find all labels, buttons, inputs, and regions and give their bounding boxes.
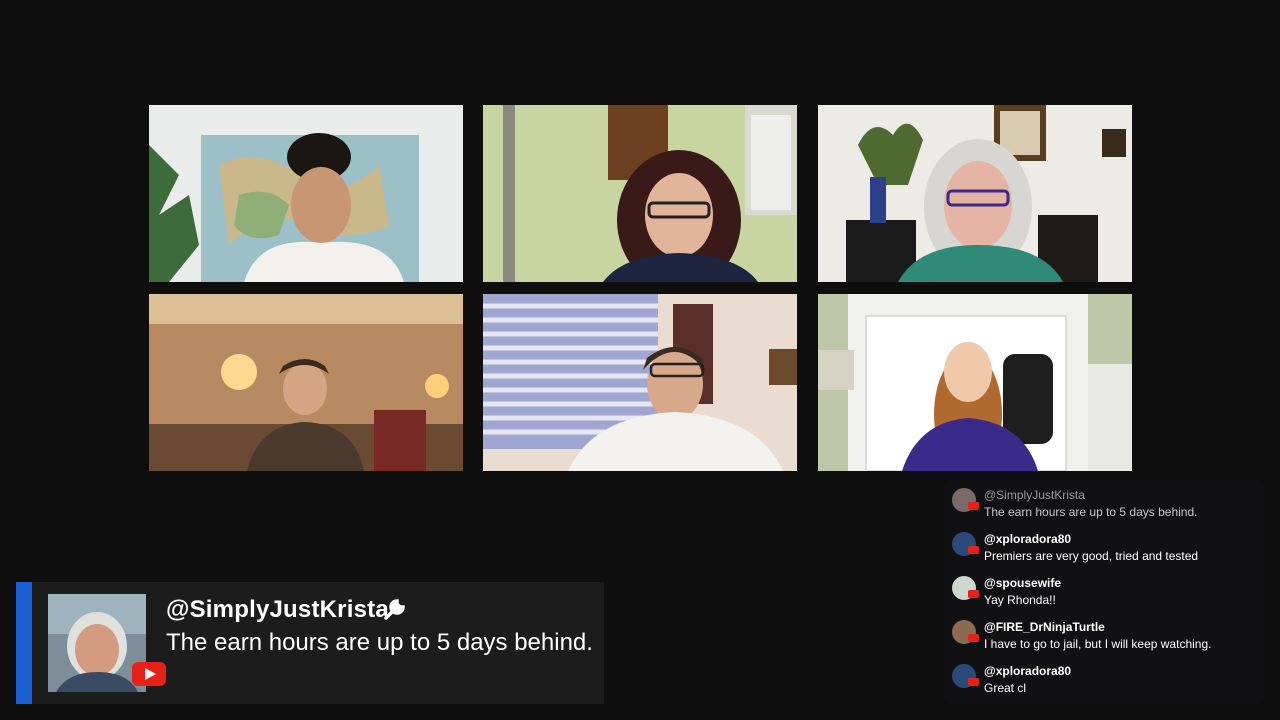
live-chat-panel: @SimplyJustKrista The earn hours are up …: [944, 480, 1264, 704]
youtube-icon: [968, 634, 979, 642]
youtube-icon: [968, 546, 979, 554]
video-tile-6[interactable]: [818, 294, 1132, 471]
chat-author: @SimplyJustKrista: [984, 488, 1085, 502]
video-tile-2[interactable]: [483, 105, 797, 282]
youtube-icon: [968, 678, 979, 686]
chat-author: @spousewife: [984, 576, 1062, 590]
featured-comment-accent-bar: [16, 582, 32, 704]
youtube-icon: [132, 662, 166, 686]
youtube-icon: [968, 590, 979, 598]
video-tile-4[interactable]: [149, 294, 463, 471]
video-tile-3[interactable]: [818, 105, 1132, 282]
youtube-icon: [968, 502, 979, 510]
chat-author: @FIRE_DrNinjaTurtle: [984, 620, 1105, 634]
chat-text: Great cl: [984, 681, 1027, 695]
chat-text: Yay Rhonda!!: [984, 593, 1056, 607]
wrench-icon: [382, 596, 408, 622]
participant-video: [818, 294, 1132, 471]
chat-message: @xploradora80 Premiers are very good, tr…: [952, 530, 1258, 570]
chat-message: @xploradora80 Great cl: [952, 662, 1258, 702]
chat-author: @xploradora80: [984, 532, 1072, 546]
participant-video: [818, 105, 1132, 282]
chat-text: The earn hours are up to 5 days behind.: [984, 505, 1198, 519]
chat-text: I have to go to jail, but I will keep wa…: [984, 637, 1212, 651]
participant-video: [483, 105, 797, 282]
participant-video: [149, 294, 463, 471]
chat-message: @FIRE_DrNinjaTurtle I have to go to jail…: [952, 618, 1258, 658]
video-tile-1[interactable]: [149, 105, 463, 282]
featured-comment-author: @SimplyJustKrista: [166, 596, 389, 623]
chat-message: @SimplyJustKrista The earn hours are up …: [952, 486, 1258, 526]
featured-comment: @SimplyJustKrista The earn hours are up …: [16, 582, 604, 704]
featured-comment-message: The earn hours are up to 5 days behind.: [166, 629, 593, 656]
chat-text: Premiers are very good, tried and tested: [984, 549, 1199, 563]
participant-video: [483, 294, 797, 471]
participant-video: [149, 105, 463, 282]
chat-author: @xploradora80: [984, 664, 1072, 678]
video-tile-5[interactable]: [483, 294, 797, 471]
chat-message: @spousewife Yay Rhonda!!: [952, 574, 1258, 614]
